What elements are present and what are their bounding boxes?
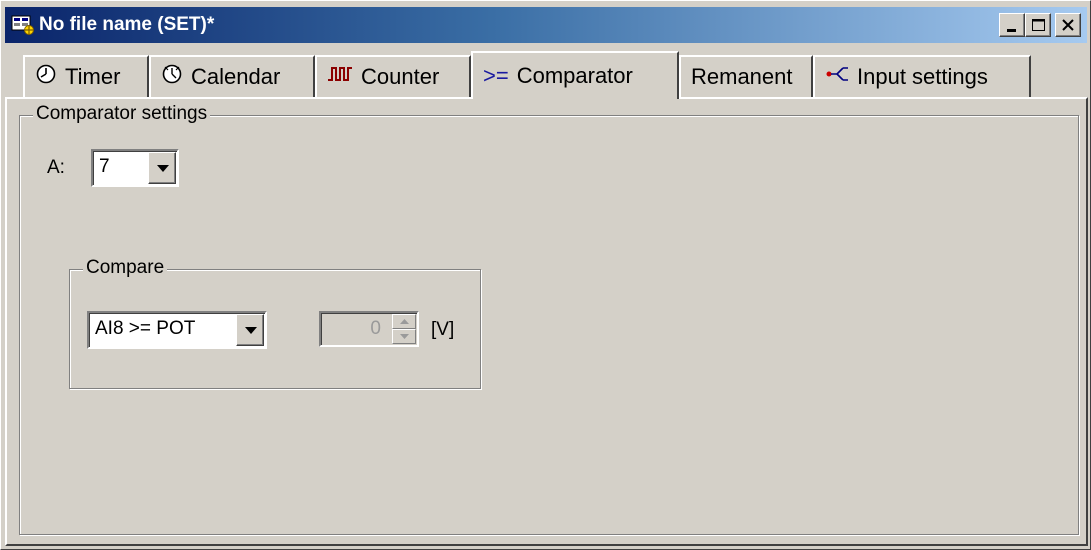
a-select-value: 7 bbox=[99, 156, 110, 177]
settings-window: No file name (SET)* Timer Calendar Count… bbox=[0, 0, 1091, 550]
close-button[interactable] bbox=[1055, 13, 1081, 37]
tab-timer[interactable]: Timer bbox=[23, 55, 149, 97]
tab-label: Input settings bbox=[857, 64, 988, 89]
clock-icon bbox=[35, 63, 57, 91]
window-title: No file name (SET)* bbox=[39, 14, 215, 35]
maximize-icon bbox=[1032, 19, 1045, 31]
title-bar[interactable]: No file name (SET)* bbox=[5, 7, 1087, 43]
input-branch-icon bbox=[825, 64, 849, 90]
tab-label: Timer bbox=[65, 64, 121, 89]
a-label: A: bbox=[47, 157, 65, 178]
arrow-down-icon bbox=[400, 334, 409, 339]
tab-counter[interactable]: Counter bbox=[315, 55, 471, 97]
compare-operation-select[interactable]: AI8 >= POT bbox=[87, 311, 267, 349]
tab-label: Remanent bbox=[691, 64, 793, 89]
a-dropdown-button[interactable] bbox=[148, 152, 176, 184]
compare-operation-value: AI8 >= POT bbox=[95, 318, 196, 339]
minimize-button[interactable] bbox=[999, 13, 1025, 37]
chevron-down-icon bbox=[157, 165, 169, 172]
comparator-icon: >= bbox=[483, 63, 509, 88]
calendar-clock-icon bbox=[161, 63, 183, 91]
tab-comparator[interactable]: >= Comparator bbox=[471, 51, 679, 99]
counter-pulse-icon bbox=[327, 64, 353, 90]
close-icon bbox=[1062, 19, 1074, 31]
maximize-button[interactable] bbox=[1025, 13, 1051, 37]
threshold-spinner[interactable]: 0 bbox=[319, 311, 419, 347]
compare-dropdown-button[interactable] bbox=[236, 314, 264, 346]
tab-calendar[interactable]: Calendar bbox=[149, 55, 315, 97]
spin-up-button[interactable] bbox=[392, 314, 416, 329]
arrow-up-icon bbox=[400, 319, 409, 324]
tab-label: Counter bbox=[361, 64, 440, 89]
program-icon[interactable] bbox=[11, 14, 35, 36]
tab-label: Calendar bbox=[191, 64, 281, 89]
spin-down-button[interactable] bbox=[392, 329, 416, 344]
a-select[interactable]: 7 bbox=[91, 149, 179, 187]
comparator-page: Comparator settings A: 7 Compare AI8 >= … bbox=[5, 97, 1088, 546]
tab-input-settings[interactable]: Input settings bbox=[813, 55, 1031, 97]
minimize-icon bbox=[1007, 29, 1016, 32]
comparator-settings-label: Comparator settings bbox=[33, 103, 211, 125]
threshold-value: 0 bbox=[370, 318, 381, 339]
compare-label: Compare bbox=[83, 257, 168, 279]
tab-remanent[interactable]: Remanent bbox=[679, 55, 813, 97]
unit-label: [V] bbox=[431, 319, 455, 340]
tab-label: Comparator bbox=[516, 63, 633, 88]
chevron-down-icon bbox=[245, 327, 257, 334]
